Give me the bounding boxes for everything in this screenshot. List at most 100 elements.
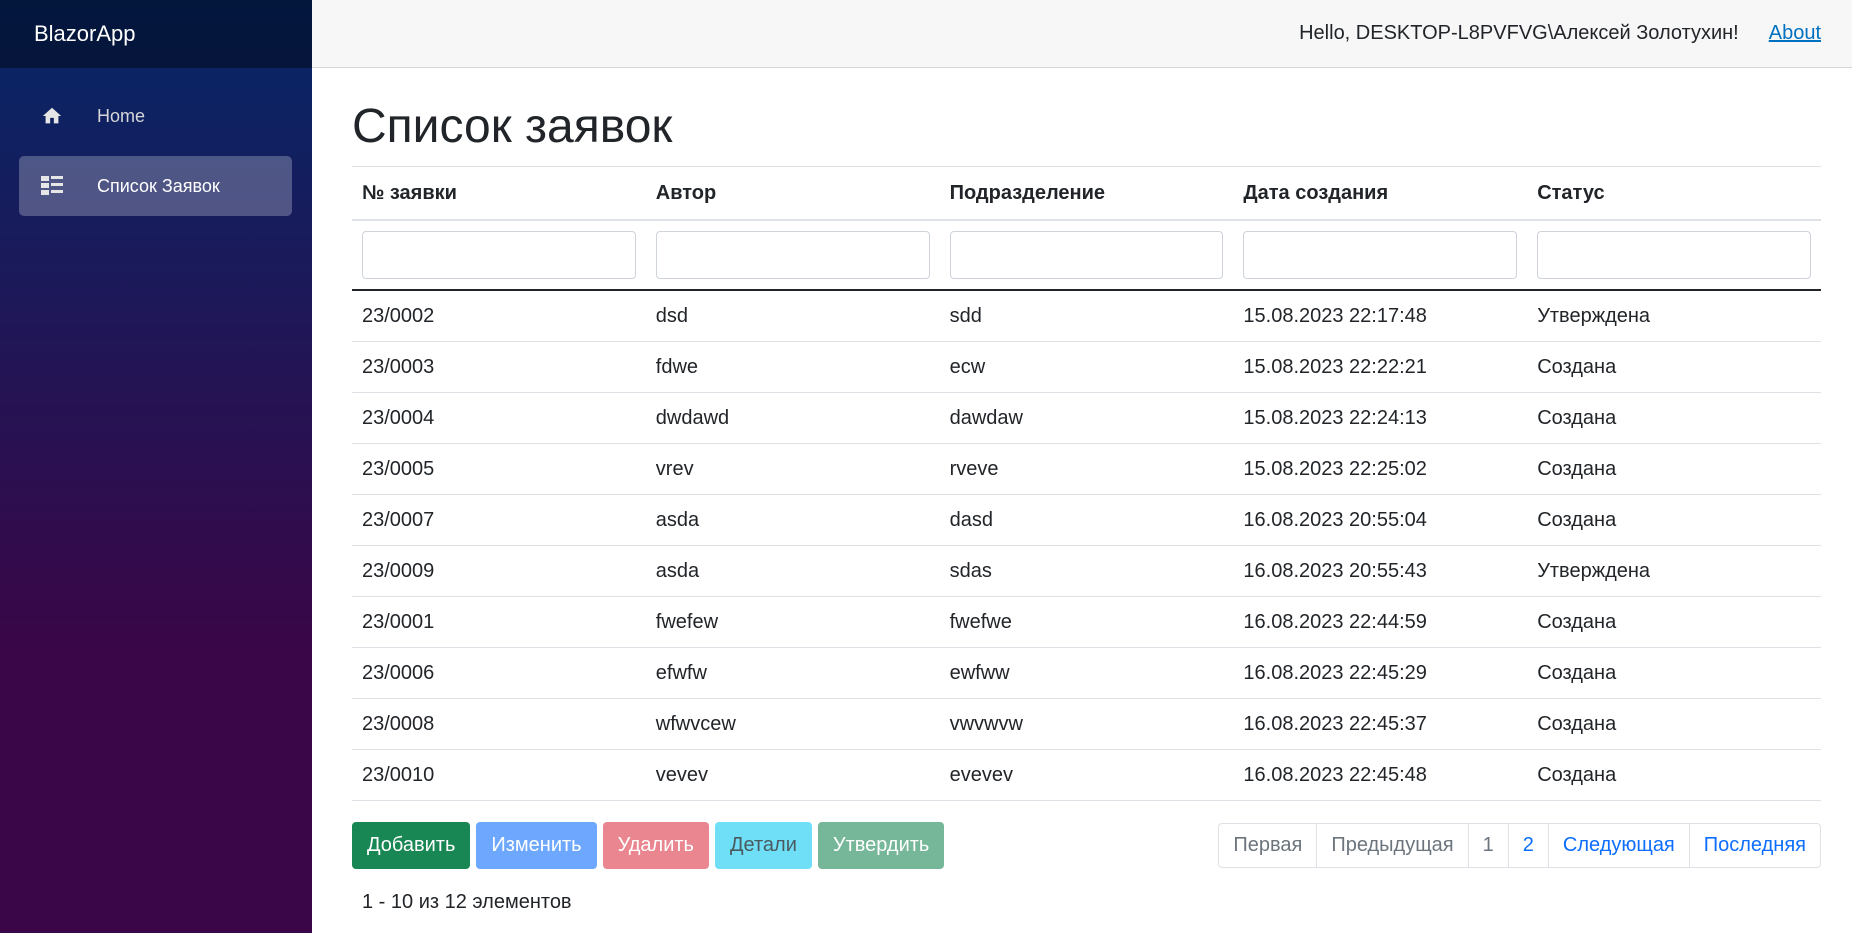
cell-author: dwdawd <box>645 392 940 444</box>
table-row[interactable]: 23/0001 fwefew fwefwe 16.08.2023 22:44:5… <box>352 596 1821 648</box>
edit-button[interactable]: Изменить <box>476 821 597 869</box>
column-header-number[interactable]: № заявки <box>352 166 646 221</box>
filter-status-input[interactable] <box>1537 231 1811 279</box>
cell-status: Создана <box>1527 698 1821 750</box>
column-header-author[interactable]: Автор <box>645 166 940 221</box>
cell-created: 16.08.2023 20:55:04 <box>1233 494 1528 546</box>
table-row[interactable]: 23/0005 vrev rveve 15.08.2023 22:25:02 С… <box>352 443 1821 495</box>
filter-created-input[interactable] <box>1243 231 1518 279</box>
filter-row <box>352 220 1821 291</box>
table-row[interactable]: 23/0003 fdwe ecw 15.08.2023 22:22:21 Соз… <box>352 341 1821 393</box>
column-header-status[interactable]: Статус <box>1527 166 1821 221</box>
pager-page-1[interactable]: 1 <box>1467 823 1508 867</box>
sidebar-nav: Home Список Заявок <box>0 68 312 216</box>
cell-department: sdd <box>939 290 1234 342</box>
cell-created: 16.08.2023 22:45:37 <box>1233 698 1528 750</box>
about-link[interactable]: About <box>1769 22 1821 45</box>
cell-number: 23/0003 <box>352 341 646 393</box>
sidebar: BlazorApp Home Список Заявок <box>0 0 312 933</box>
pager-next[interactable]: Следующая <box>1547 823 1689 867</box>
pager-prev[interactable]: Предыдущая <box>1316 823 1467 867</box>
cell-number: 23/0010 <box>352 749 646 801</box>
cell-department: dasd <box>939 494 1234 546</box>
filter-number-input[interactable] <box>362 231 636 279</box>
requests-table: № заявки Автор Подразделение Дата создан… <box>352 166 1821 801</box>
pager-page-2[interactable]: 2 <box>1507 823 1548 867</box>
cell-author: dsd <box>645 290 940 342</box>
pagination: Первая Предыдущая 1 2 Следующая Последня… <box>1218 822 1821 868</box>
cell-number: 23/0001 <box>352 596 646 648</box>
cell-department: rveve <box>939 443 1234 495</box>
cell-author: vevev <box>645 749 940 801</box>
sidebar-item-label: Home <box>97 105 146 126</box>
cell-status: Утверждена <box>1527 290 1821 342</box>
sidebar-item-label: Список Заявок <box>97 175 220 196</box>
table-row[interactable]: 23/0004 dwdawd dawdaw 15.08.2023 22:24:1… <box>352 392 1821 444</box>
filter-department-input[interactable] <box>949 231 1224 279</box>
cell-created: 16.08.2023 22:44:59 <box>1233 596 1528 648</box>
filter-author-input[interactable] <box>655 231 930 279</box>
sidebar-item-home[interactable]: Home <box>19 86 292 146</box>
home-icon <box>39 103 65 129</box>
cell-author: fwefew <box>645 596 940 648</box>
cell-status: Создана <box>1527 443 1821 495</box>
cell-created: 15.08.2023 22:25:02 <box>1233 443 1528 495</box>
cell-department: ewfww <box>939 647 1234 699</box>
cell-author: vrev <box>645 443 940 495</box>
table-body: 23/0002 dsd sdd 15.08.2023 22:17:48 Утве… <box>352 290 1821 801</box>
cell-created: 15.08.2023 22:24:13 <box>1233 392 1528 444</box>
delete-button[interactable]: Удалить <box>602 821 709 869</box>
cell-department: vwvwvw <box>939 698 1234 750</box>
cell-status: Создана <box>1527 341 1821 393</box>
cell-author: wfwvcew <box>645 698 940 750</box>
cell-number: 23/0008 <box>352 698 646 750</box>
cell-department: fwefwe <box>939 596 1234 648</box>
list-icon <box>39 173 65 199</box>
top-bar: Hello, DESKTOP-L8PVFVG\Алексей Золотухин… <box>312 0 1852 68</box>
page-title: Список заявок <box>352 100 673 153</box>
cell-department: sdas <box>939 545 1234 597</box>
cell-created: 16.08.2023 22:45:29 <box>1233 647 1528 699</box>
cell-author: asda <box>645 545 940 597</box>
table-row[interactable]: 23/0009 asda sdas 16.08.2023 20:55:43 Ут… <box>352 545 1821 597</box>
cell-created: 15.08.2023 22:22:21 <box>1233 341 1528 393</box>
cell-status: Создана <box>1527 749 1821 801</box>
cell-department: ecw <box>939 341 1234 393</box>
add-button[interactable]: Добавить <box>352 821 471 869</box>
cell-created: 15.08.2023 22:17:48 <box>1233 290 1528 342</box>
cell-number: 23/0005 <box>352 443 646 495</box>
pager-first[interactable]: Первая <box>1219 824 1316 867</box>
details-button[interactable]: Детали <box>714 821 812 869</box>
brand-label[interactable]: BlazorApp <box>34 21 136 47</box>
table-row[interactable]: 23/0010 vevev evevev 16.08.2023 22:45:48… <box>352 749 1821 801</box>
cell-department: dawdaw <box>939 392 1234 444</box>
table-header-row: № заявки Автор Подразделение Дата создан… <box>352 166 1821 221</box>
cell-status: Утверждена <box>1527 545 1821 597</box>
cell-created: 16.08.2023 22:45:48 <box>1233 749 1528 801</box>
items-summary: 1 - 10 из 12 элементов <box>362 891 572 913</box>
brand[interactable]: BlazorApp <box>0 0 312 68</box>
cell-author: asda <box>645 494 940 546</box>
column-header-department[interactable]: Подразделение <box>939 166 1234 221</box>
action-bar: Добавить Изменить Удалить Детали Утверди… <box>352 821 1821 869</box>
cell-department: evevev <box>939 749 1234 801</box>
cell-author: efwfw <box>645 647 940 699</box>
approve-button[interactable]: Утвердить <box>817 821 945 869</box>
cell-number: 23/0009 <box>352 545 646 597</box>
main-content: Список заявок № заявки Автор Подразделен… <box>352 68 1821 914</box>
table-row[interactable]: 23/0002 dsd sdd 15.08.2023 22:17:48 Утве… <box>352 290 1821 342</box>
cell-status: Создана <box>1527 494 1821 546</box>
cell-status: Создана <box>1527 647 1821 699</box>
cell-number: 23/0004 <box>352 392 646 444</box>
table-row[interactable]: 23/0006 efwfw ewfww 16.08.2023 22:45:29 … <box>352 647 1821 699</box>
cell-status: Создана <box>1527 392 1821 444</box>
sidebar-item-requests[interactable]: Список Заявок <box>19 156 292 216</box>
cell-created: 16.08.2023 20:55:43 <box>1233 545 1528 597</box>
pager-last[interactable]: Последняя <box>1688 823 1820 867</box>
table-row[interactable]: 23/0008 wfwvcew vwvwvw 16.08.2023 22:45:… <box>352 698 1821 750</box>
cell-number: 23/0006 <box>352 647 646 699</box>
table-row[interactable]: 23/0007 asda dasd 16.08.2023 20:55:04 Со… <box>352 494 1821 546</box>
cell-number: 23/0007 <box>352 494 646 546</box>
column-header-created[interactable]: Дата создания <box>1233 166 1528 221</box>
cell-status: Создана <box>1527 596 1821 648</box>
